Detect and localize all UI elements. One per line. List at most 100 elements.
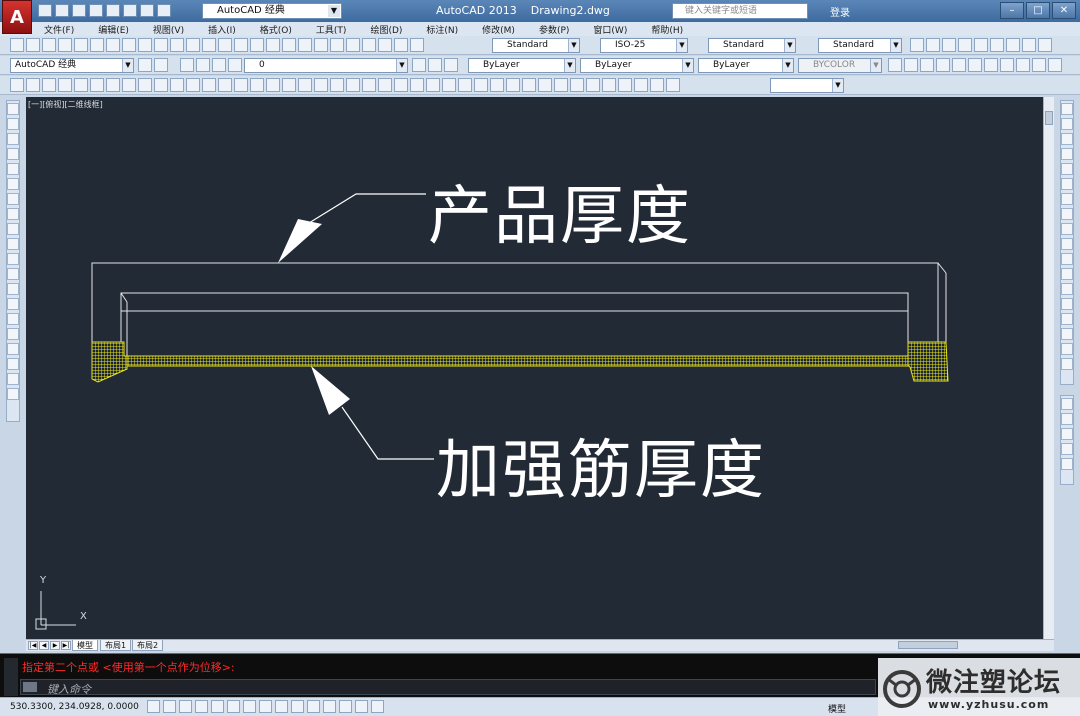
coordinates-readout[interactable]: 530.3300, 234.0928, 0.0000 xyxy=(10,702,139,712)
zoom-previous-icon[interactable] xyxy=(282,38,296,52)
bring-above-icon[interactable] xyxy=(1061,428,1073,440)
table-icon[interactable] xyxy=(7,358,19,370)
spline-icon[interactable] xyxy=(7,223,19,235)
chamfer-icon[interactable] xyxy=(1061,313,1073,325)
menu-modify[interactable]: 修改(M) xyxy=(482,23,515,36)
point-icon[interactable] xyxy=(7,298,19,310)
check-icon[interactable] xyxy=(234,78,248,92)
selection-cycling-icon[interactable] xyxy=(355,700,368,713)
last-tab-button[interactable]: ▶| xyxy=(61,641,71,650)
single-viewport-icon[interactable] xyxy=(586,78,600,92)
conceptual-icon[interactable] xyxy=(410,78,424,92)
pan-icon[interactable] xyxy=(234,38,248,52)
menu-help[interactable]: 帮助(H) xyxy=(651,23,683,36)
erase-icon[interactable] xyxy=(1061,103,1073,115)
open-icon[interactable] xyxy=(55,4,69,17)
new-icon[interactable] xyxy=(10,38,24,52)
lightbulb-icon[interactable] xyxy=(196,58,210,72)
text-style-icon[interactable] xyxy=(410,38,424,52)
menu-window[interactable]: 窗口(W) xyxy=(593,23,627,36)
dyn-icon[interactable] xyxy=(291,700,304,713)
grid-icon[interactable] xyxy=(179,700,192,713)
imprint-icon[interactable] xyxy=(170,78,184,92)
color-edge-icon[interactable] xyxy=(154,78,168,92)
layer-previous-icon[interactable] xyxy=(428,58,442,72)
make-current-icon[interactable] xyxy=(412,58,426,72)
annotation-monitor-icon[interactable] xyxy=(371,700,384,713)
walk-icon[interactable] xyxy=(490,78,504,92)
design-center-icon[interactable] xyxy=(314,38,328,52)
delete-face-icon[interactable] xyxy=(58,78,72,92)
dim-style-select[interactable]: ISO-25 ▼ xyxy=(600,38,688,53)
move-face-icon[interactable] xyxy=(26,78,40,92)
clean-icon[interactable] xyxy=(186,78,200,92)
blend-icon[interactable] xyxy=(1061,343,1073,355)
lights-icon[interactable] xyxy=(442,78,456,92)
polygon-icon[interactable] xyxy=(7,148,19,160)
menu-dimension[interactable]: 标注(N) xyxy=(426,23,458,36)
tab-model[interactable]: 模型 xyxy=(72,640,98,651)
login-button[interactable]: 登录 xyxy=(830,4,850,19)
interfere-icon[interactable] xyxy=(282,78,296,92)
paste-icon[interactable] xyxy=(154,38,168,52)
lock-icon[interactable] xyxy=(228,58,242,72)
copy-icon[interactable] xyxy=(138,38,152,52)
snap-icon[interactable] xyxy=(163,700,176,713)
shell-icon[interactable] xyxy=(218,78,232,92)
layer-walk-icon[interactable] xyxy=(444,58,458,72)
named-views-icon[interactable] xyxy=(554,78,568,92)
sphere-icon[interactable] xyxy=(920,58,934,72)
view-top-icon[interactable] xyxy=(910,38,924,52)
quick-properties-icon[interactable] xyxy=(339,700,352,713)
vertical-scrollbar[interactable] xyxy=(1043,97,1054,639)
extrude-face-icon[interactable] xyxy=(10,78,24,92)
copy-icon[interactable] xyxy=(1061,118,1073,130)
menu-edit[interactable]: 编辑(E) xyxy=(98,23,129,36)
rotate-3d-icon[interactable] xyxy=(1048,58,1062,72)
extend-icon[interactable] xyxy=(1061,253,1073,265)
offset-face-icon[interactable] xyxy=(42,78,56,92)
view-iso-icon[interactable] xyxy=(1006,38,1020,52)
redo-icon[interactable] xyxy=(157,4,171,17)
hatch-icon[interactable] xyxy=(7,313,19,325)
bring-front-icon[interactable] xyxy=(1061,398,1073,410)
command-window-handle[interactable] xyxy=(4,658,18,696)
menu-file[interactable]: 文件(F) xyxy=(44,23,74,36)
viewport-scale-select[interactable]: ▼ xyxy=(770,78,844,93)
tab-layout1[interactable]: 布局1 xyxy=(100,640,132,651)
materials-icon[interactable] xyxy=(426,78,440,92)
cut-icon[interactable] xyxy=(122,38,136,52)
intersect-icon[interactable] xyxy=(1016,58,1030,72)
tool-palettes-icon[interactable] xyxy=(330,38,344,52)
prev-tab-button[interactable]: ◀ xyxy=(39,641,49,650)
circle-icon[interactable] xyxy=(7,193,19,205)
ortho-icon[interactable] xyxy=(195,700,208,713)
model-space-toggle[interactable]: 模型 xyxy=(828,702,846,715)
help-icon[interactable] xyxy=(394,38,408,52)
save-icon[interactable] xyxy=(42,38,56,52)
mtext-icon[interactable] xyxy=(7,373,19,385)
view-bottom-icon[interactable] xyxy=(926,38,940,52)
sheet-set-icon[interactable] xyxy=(346,38,360,52)
sun-properties-icon[interactable] xyxy=(458,78,472,92)
fly-icon[interactable] xyxy=(506,78,520,92)
cone-icon[interactable] xyxy=(936,58,950,72)
revision-cloud-icon[interactable] xyxy=(7,208,19,220)
rotate-icon[interactable] xyxy=(1061,193,1073,205)
pan-icon[interactable] xyxy=(1038,38,1052,52)
close-button[interactable]: ✕ xyxy=(1052,2,1076,19)
mirror-icon[interactable] xyxy=(1061,133,1073,145)
print-icon[interactable] xyxy=(58,38,72,52)
sun-icon[interactable] xyxy=(212,58,226,72)
view-right-icon[interactable] xyxy=(958,38,972,52)
print-icon[interactable] xyxy=(123,4,137,17)
properties-icon[interactable] xyxy=(298,38,312,52)
transparency-icon[interactable] xyxy=(323,700,336,713)
ducs-icon[interactable] xyxy=(275,700,288,713)
calculator-icon[interactable] xyxy=(378,38,392,52)
otrack-icon[interactable] xyxy=(259,700,272,713)
offset-icon[interactable] xyxy=(1061,148,1073,160)
menu-format[interactable]: 格式(O) xyxy=(260,23,292,36)
cylinder-icon[interactable] xyxy=(904,58,918,72)
render-icon[interactable] xyxy=(330,78,344,92)
